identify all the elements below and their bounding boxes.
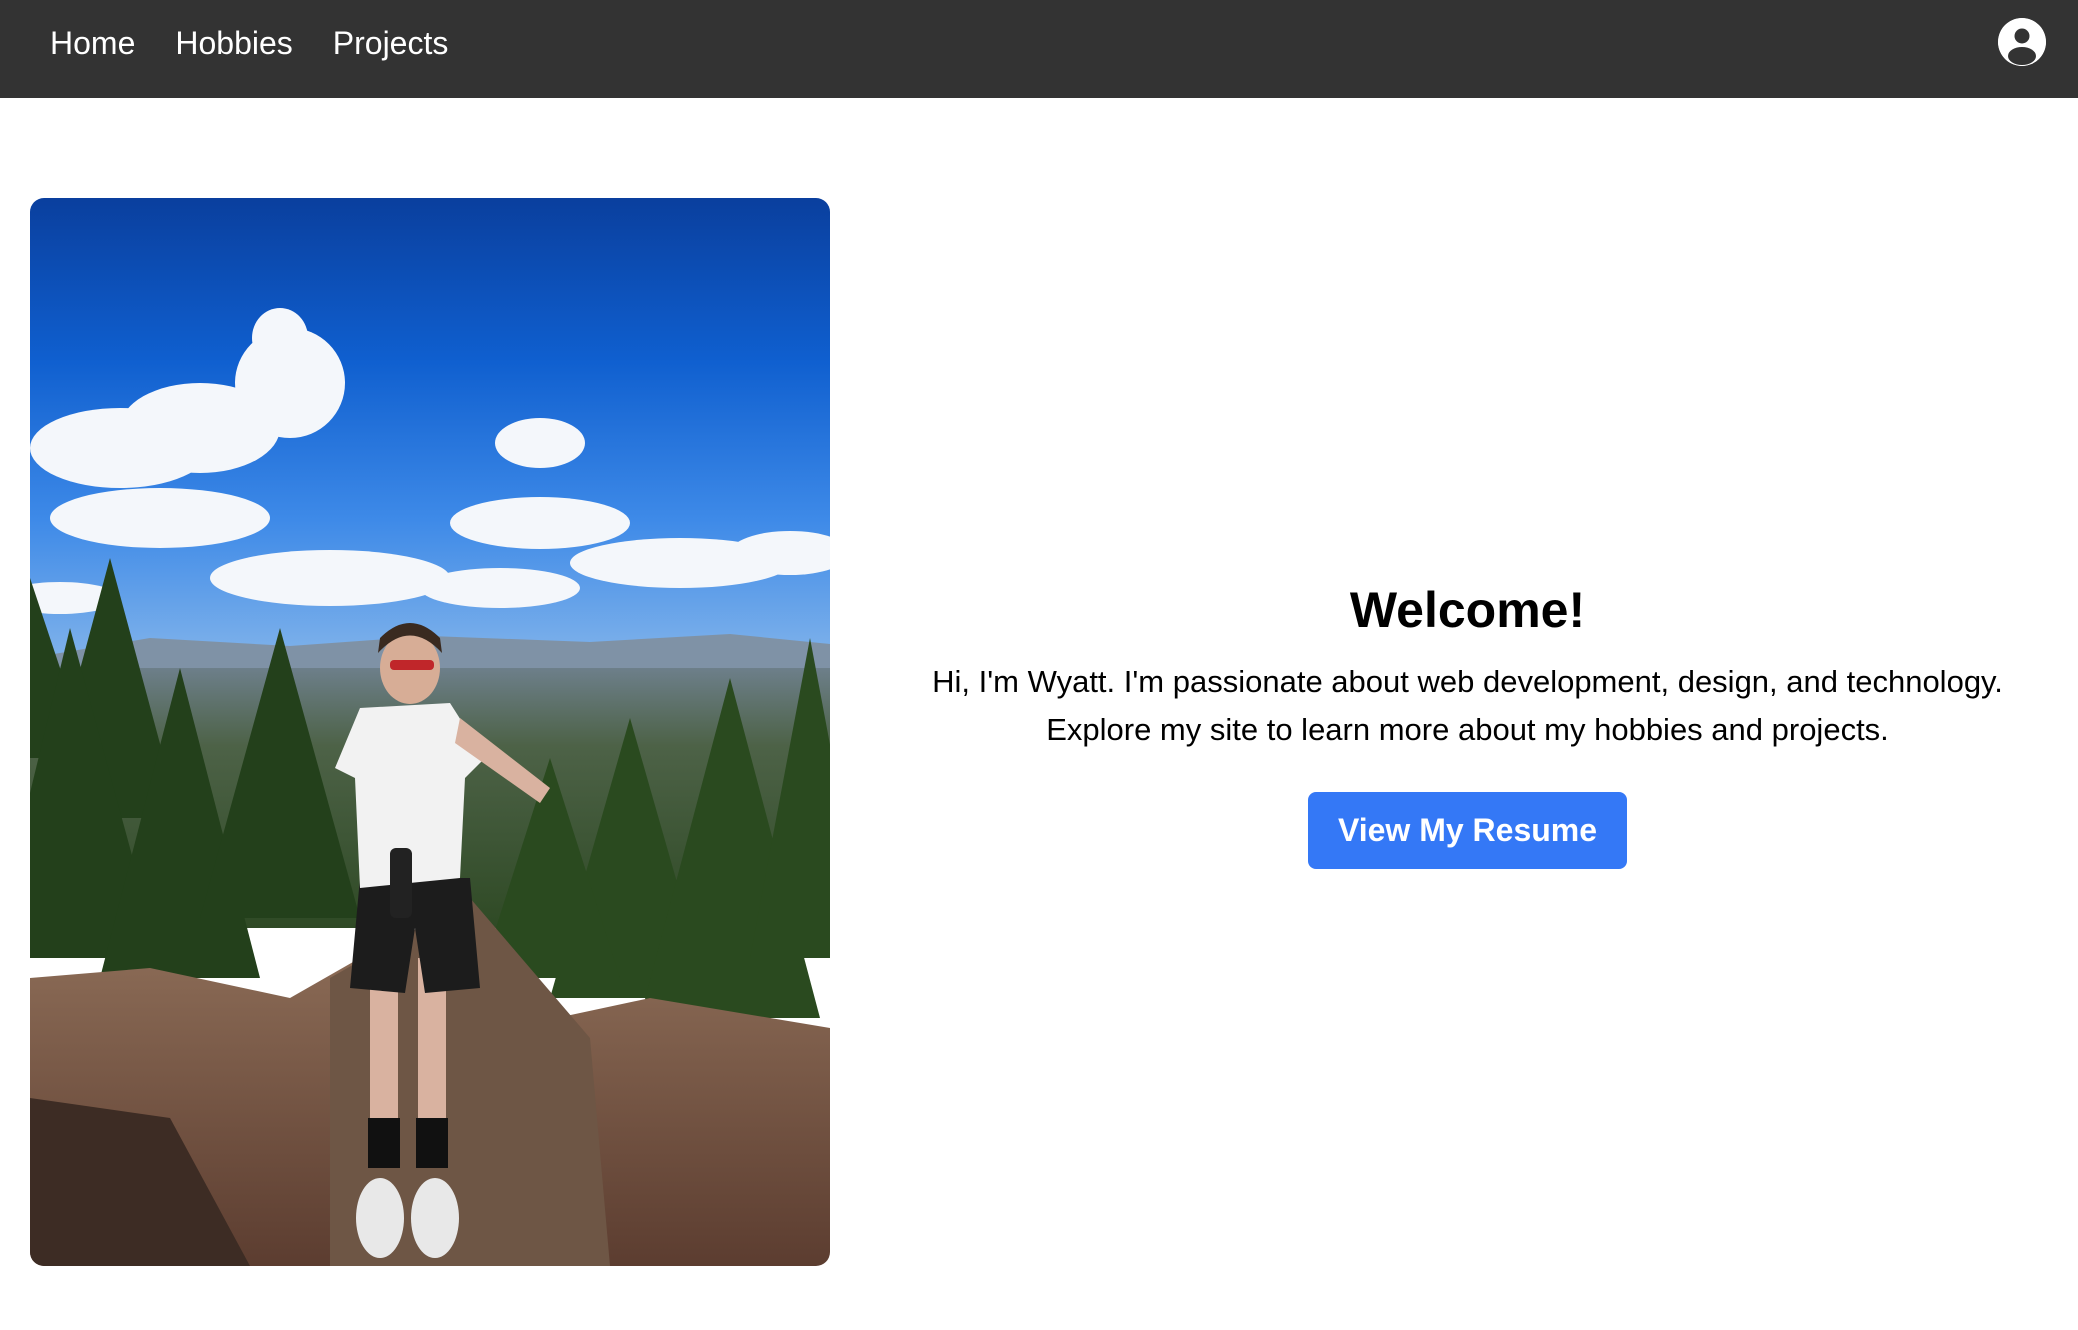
user-circle-icon[interactable] <box>1998 18 2046 66</box>
view-resume-button[interactable]: View My Resume <box>1307 792 1628 869</box>
welcome-section: Welcome! Hi, I'm Wyatt. I'm passionate a… <box>870 580 2065 869</box>
nav-link-home[interactable]: Home <box>50 25 135 62</box>
welcome-title: Welcome! <box>1349 582 1586 638</box>
top-navbar: Home Hobbies Projects <box>0 0 2078 98</box>
intro-text: Hi, I'm Wyatt. I'm passionate about web … <box>870 658 2065 754</box>
nav-links: Home Hobbies Projects <box>50 0 488 86</box>
intro-line-1: Hi, I'm Wyatt. I'm passionate about web … <box>932 664 2003 699</box>
intro-line-2: Explore my site to learn more about my h… <box>1046 712 1889 747</box>
nav-link-projects[interactable]: Projects <box>333 25 449 62</box>
profile-photo <box>30 198 830 1266</box>
nav-link-hobbies[interactable]: Hobbies <box>175 25 292 62</box>
